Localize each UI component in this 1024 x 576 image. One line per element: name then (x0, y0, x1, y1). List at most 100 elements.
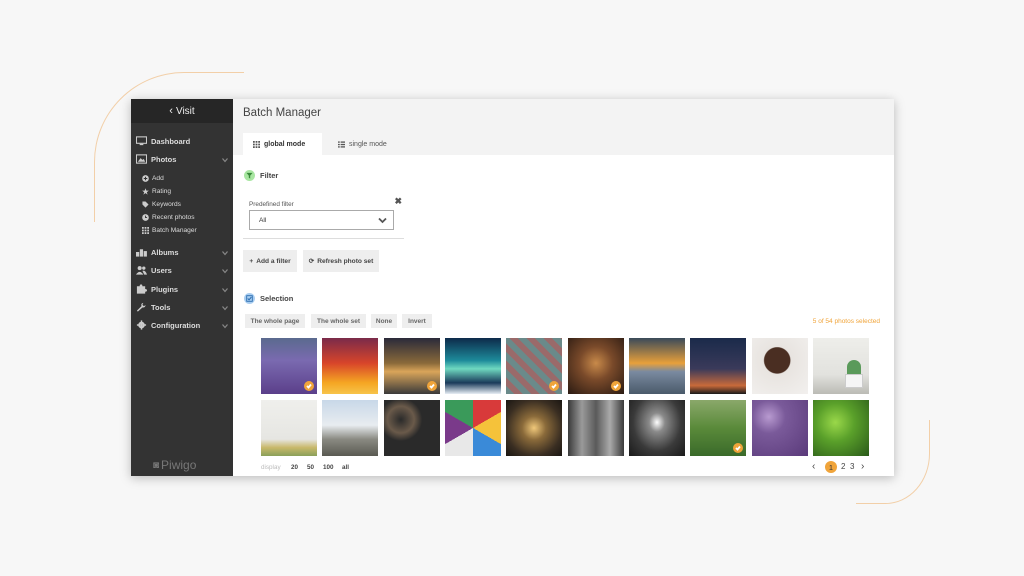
sidebar-sub-batch-manager[interactable]: Batch Manager (142, 224, 197, 236)
sidebar-sub-add[interactable]: Add (142, 172, 164, 184)
sidebar-item-users[interactable]: Users (131, 262, 233, 278)
sidebar-item-label: Dashboard (151, 136, 191, 146)
photo-thumbnail[interactable] (629, 400, 685, 456)
photo-thumbnail[interactable] (568, 338, 624, 394)
select-whole-page-button[interactable]: The whole page (245, 314, 305, 328)
tab-label: global mode (264, 140, 306, 148)
camera-icon: ◙ (153, 459, 160, 471)
display-label: display (261, 464, 281, 471)
sidebar-sub-label: Rating (152, 187, 172, 195)
photo-thumbnail[interactable] (629, 338, 685, 394)
tab-single-mode[interactable]: single mode (328, 133, 397, 155)
sidebar-item-dashboard[interactable]: Dashboard (131, 133, 233, 149)
display-option-50[interactable]: 50 (307, 464, 314, 471)
sidebar-item-configuration[interactable]: Configuration (131, 317, 233, 333)
pot-shape (845, 374, 863, 388)
app-window: ‹ Visit Dashboard Photos Add Rating Keyw… (131, 99, 894, 476)
tab-label: single mode (349, 140, 387, 148)
photo-thumbnail[interactable] (445, 400, 501, 456)
display-options: display 20 50 100 all (261, 464, 349, 471)
star-icon (142, 187, 149, 195)
photo-thumbnail[interactable] (261, 338, 317, 394)
sidebar-item-photos[interactable]: Photos (131, 151, 233, 167)
pagination-prev[interactable]: ‹ (812, 461, 815, 472)
check-icon (427, 381, 437, 391)
sidebar-item-plugins[interactable]: Plugins (131, 281, 233, 297)
checkbox-icon (244, 293, 255, 304)
chevron-down-icon (378, 217, 387, 224)
sidebar-sub-rating[interactable]: Rating (142, 185, 171, 197)
photo-thumbnail[interactable] (813, 400, 869, 456)
photo-thumbnail[interactable] (384, 400, 440, 456)
photo-thumbnail[interactable] (690, 400, 746, 456)
albums-icon (136, 249, 147, 257)
header: Batch Manager global mode single mode (233, 99, 894, 155)
photo-thumbnail[interactable] (384, 338, 440, 394)
photo-thumbnail[interactable] (506, 400, 562, 456)
photo-thumbnail[interactable] (445, 338, 501, 394)
photo-thumbnail[interactable] (690, 338, 746, 394)
display-option-100[interactable]: 100 (323, 464, 334, 471)
chevron-down-icon (222, 249, 228, 256)
select-value: All (259, 216, 267, 224)
pagination-page-2[interactable]: 2 (841, 462, 845, 471)
photo-thumbnail[interactable] (322, 338, 378, 394)
close-icon[interactable]: ✖ (394, 196, 402, 207)
sidebar-item-label: Photos (151, 154, 177, 164)
sidebar-item-tools[interactable]: Tools (131, 299, 233, 315)
sidebar-sub-label: Batch Manager (152, 226, 197, 234)
wrench-icon (136, 302, 146, 312)
predefined-filter-label: Predefined filter (249, 201, 294, 208)
chevron-down-icon (222, 286, 228, 293)
chevron-left-icon: ‹ (169, 105, 173, 117)
select-whole-set-button[interactable]: The whole set (311, 314, 366, 328)
filter-icon (244, 170, 255, 181)
sidebar-sub-recent-photos[interactable]: Recent photos (142, 211, 195, 223)
sidebar-sub-label: Recent photos (152, 213, 195, 221)
photo-icon (136, 154, 147, 164)
sidebar-item-label: Configuration (151, 320, 201, 330)
tab-global-mode[interactable]: global mode (243, 133, 322, 155)
chevron-down-icon (222, 322, 228, 329)
logo-text: Piwigo (161, 458, 197, 472)
photo-thumbnail[interactable] (261, 400, 317, 456)
display-option-20[interactable]: 20 (291, 464, 298, 471)
grid-icon (253, 140, 260, 148)
selection-section-title[interactable]: Selection (244, 293, 293, 304)
sidebar: ‹ Visit Dashboard Photos Add Rating Keyw… (131, 99, 233, 476)
check-icon (304, 381, 314, 391)
page-title: Batch Manager (243, 107, 321, 119)
users-icon (136, 266, 147, 275)
pagination-next[interactable]: › (861, 461, 864, 472)
photo-thumbnail[interactable] (322, 400, 378, 456)
photo-thumbnail[interactable] (813, 338, 869, 394)
sidebar-item-label: Albums (151, 247, 179, 257)
sidebar-item-label: Users (151, 265, 172, 275)
piwigo-logo: ◙ Piwigo (153, 458, 196, 472)
plus-icon: + (249, 257, 254, 265)
photo-thumbnail[interactable] (568, 400, 624, 456)
display-option-all[interactable]: all (342, 464, 349, 471)
add-filter-label: Add a filter (256, 257, 291, 265)
visit-label: Visit (175, 105, 195, 117)
photo-thumbnail[interactable] (752, 400, 808, 456)
pagination-page-3[interactable]: 3 (850, 462, 854, 471)
select-invert-button[interactable]: Invert (402, 314, 432, 328)
sidebar-item-albums[interactable]: Albums (131, 244, 233, 260)
add-filter-button[interactable]: + Add a filter (243, 250, 297, 272)
visit-link[interactable]: ‹ Visit (131, 99, 233, 123)
refresh-icon: ⟳ (308, 258, 315, 265)
refresh-photo-set-button[interactable]: ⟳ Refresh photo set (303, 250, 379, 272)
sidebar-sub-keywords[interactable]: Keywords (142, 198, 181, 210)
select-none-button[interactable]: None (371, 314, 397, 328)
photo-thumbnail[interactable] (506, 338, 562, 394)
predefined-filter-select[interactable]: All (249, 210, 394, 230)
pagination-page-1[interactable]: 1 (825, 461, 837, 473)
photo-thumbnail[interactable] (752, 338, 808, 394)
main-content: Batch Manager global mode single mode Fi… (233, 99, 894, 476)
plus-circle-icon (142, 174, 149, 182)
plant-shape (847, 360, 861, 374)
gear-icon (136, 320, 147, 330)
filter-section-title[interactable]: Filter (244, 170, 278, 181)
filter-title: Filter (260, 171, 279, 180)
